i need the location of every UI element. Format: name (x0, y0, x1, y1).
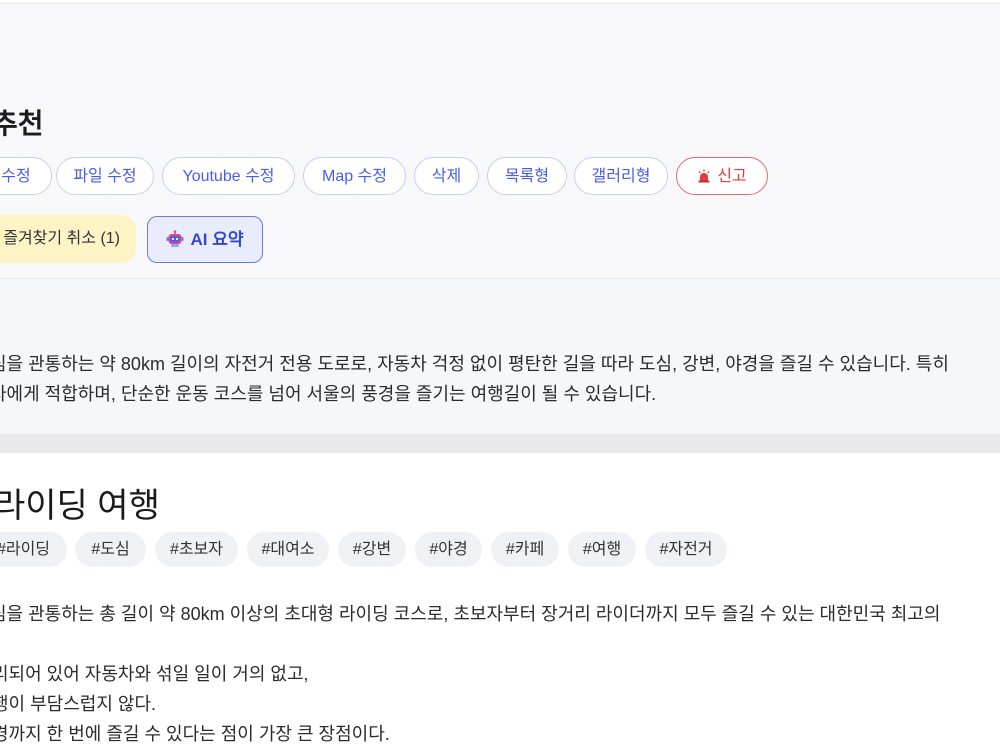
tag-item[interactable]: #초보자 (155, 532, 238, 567)
youtube-edit-button[interactable]: Youtube 수정 (162, 157, 295, 195)
report-button[interactable]: 신고 (676, 157, 768, 195)
ai-summary-box: 심을 관통하는 약 80km 길이의 자전거 전용 도로로, 자동차 걱정 없이… (0, 279, 1000, 434)
favorite-cancel-button[interactable]: 즐겨찾기 취소 (1) (0, 215, 136, 263)
edit-button-label: 수정 (1, 168, 31, 185)
body-line: 리되어 있어 자동차와 섞일 일이 거의 없고, (0, 664, 309, 684)
section-divider (0, 434, 1000, 453)
delete-button-label: 삭제 (431, 168, 462, 185)
post-title: 추천 (0, 108, 44, 139)
siren-icon (698, 169, 710, 183)
edit-button[interactable]: 수정 (0, 157, 52, 195)
tag-label: #여행 (582, 541, 622, 558)
tag-item[interactable]: #도심 (75, 532, 146, 567)
post-header: 추천 수정 파일 수정 Youtube 수정 Map 수정 삭제 목록형 갤러리… (0, 4, 1000, 279)
file-edit-button-label: 파일 수정 (73, 168, 137, 185)
list-view-button[interactable]: 목록형 (487, 157, 567, 195)
map-edit-button-label: Map 수정 (321, 168, 387, 185)
tag-item[interactable]: #강변 (338, 532, 406, 567)
summary-line: 심을 관통하는 약 80km 길이의 자전거 전용 도로로, 자동차 걱정 없이… (0, 354, 949, 374)
tag-label: #자전거 (659, 541, 713, 558)
gallery-view-button[interactable]: 갤러리형 (574, 157, 668, 195)
tag-label: #카페 (505, 541, 545, 558)
tag-item[interactable]: #대여소 (247, 532, 329, 567)
tag-label: #대여소 (261, 541, 315, 558)
tag-item[interactable]: #여행 (568, 532, 636, 567)
ai-summary-label: AI 요약 (190, 230, 244, 249)
delete-button[interactable]: 삭제 (414, 157, 479, 195)
tag-label: #강변 (352, 541, 392, 558)
body-line: 심을 관통하는 총 길이 약 80km 이상의 초대형 라이딩 코스로, 초보자… (0, 604, 941, 624)
article-title: 라이딩 여행 (0, 487, 160, 525)
tag-label: #도심 (91, 541, 130, 558)
body-line: 행이 부담스럽지 않다. (0, 694, 157, 714)
secondary-actions: 즐겨찾기 취소 (1) AI 요약 (0, 215, 1000, 265)
favorite-cancel-label: 즐겨찾기 취소 (1) (3, 230, 120, 247)
map-edit-button[interactable]: Map 수정 (303, 157, 406, 195)
summary-line: 자에게 적합하며, 단순한 운동 코스를 넘어 서울의 풍경을 즐기는 여행길이… (0, 384, 657, 404)
ai-summary-button[interactable]: AI 요약 (147, 216, 263, 263)
report-button-label: 신고 (717, 168, 747, 185)
list-view-button-label: 목록형 (504, 168, 550, 185)
tag-item[interactable]: #라이딩 (0, 532, 67, 567)
gallery-view-button-label: 갤러리형 (591, 168, 651, 185)
tag-label: #초보자 (169, 541, 224, 558)
tag-label: #라이딩 (0, 541, 51, 558)
tag-item[interactable]: #카페 (491, 532, 559, 567)
tag-item[interactable]: #야경 (415, 532, 482, 567)
body-line: 경까지 한 번에 즐길 수 있다는 점이 가장 큰 장점이다. (0, 724, 390, 744)
youtube-edit-button-label: Youtube 수정 (182, 168, 275, 185)
tag-item[interactable]: #자전거 (645, 532, 727, 567)
tag-list: #라이딩 #도심 #초보자 #대여소 #강변 #야경 #카페 #여행 #자전거 (0, 532, 1000, 568)
tag-label: #야경 (429, 541, 468, 558)
robot-icon (166, 230, 184, 247)
file-edit-button[interactable]: 파일 수정 (56, 157, 154, 195)
action-bar: 수정 파일 수정 Youtube 수정 Map 수정 삭제 목록형 갤러리형 신… (0, 157, 1000, 197)
